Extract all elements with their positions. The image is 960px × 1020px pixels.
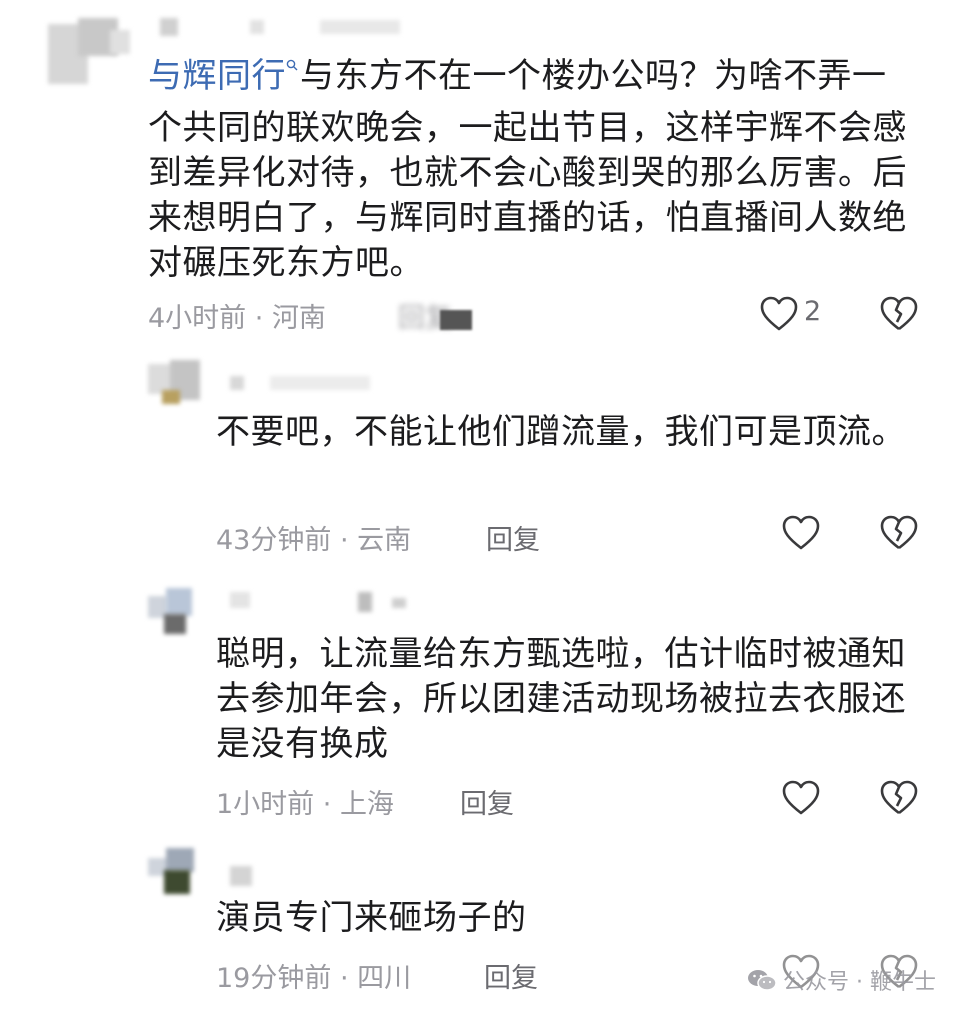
mention-link[interactable]: 与辉同行 [148, 56, 286, 96]
comment-time: 1小时前 [216, 789, 315, 820]
avatar[interactable] [48, 18, 130, 86]
comment-meta: 4小时前 · 河南 [148, 303, 326, 334]
search-icon [286, 45, 298, 90]
heart-outline-icon[interactable] [760, 296, 798, 332]
comment-text: 不要吧，不能让他们蹭流量，我们可是顶流。 [216, 412, 906, 452]
broken-heart-icon[interactable] [880, 295, 918, 333]
redaction-block [440, 310, 472, 330]
comment-location: 上海 [339, 789, 394, 820]
avatar[interactable] [148, 360, 200, 406]
wechat-icon [748, 970, 777, 991]
watermark-label: 公众号 · 鞭牛士 [783, 970, 936, 995]
comment-text: 与辉同行 与东方不在一个楼办公吗？为啥不弄一个共同的联欢晚会，一起出节目，这样宇辉… [148, 54, 918, 286]
comment-text: 演员专门来砸场子的 [216, 898, 527, 938]
comment-meta: 43分钟前 · 云南 [216, 525, 412, 556]
comment-text: 聪明，让流量给东方甄选啦，估计临时被通知去参加年会，所以团建活动现场被拉去衣服还… [216, 634, 906, 764]
comment-meta: 19分钟前 · 四川 [216, 963, 412, 994]
comment-time: 43分钟前 [216, 525, 332, 556]
comment-location: 云南 [357, 525, 412, 556]
reply-button[interactable]: 回复 [460, 782, 514, 821]
heart-outline-icon[interactable] [782, 780, 820, 816]
reply-button[interactable]: 回复 [486, 518, 540, 557]
avatar[interactable] [148, 848, 200, 894]
comment-time: 19分钟前 [216, 963, 332, 994]
broken-heart-icon[interactable] [880, 514, 918, 552]
comment-meta: 1小时前 · 上海 [216, 789, 394, 820]
broken-heart-icon[interactable] [880, 779, 918, 817]
comment-time: 4小时前 [148, 303, 247, 334]
username-redacted[interactable] [230, 866, 290, 886]
like-count: 2 [804, 296, 822, 327]
comment-location: 河南 [271, 303, 326, 334]
comment-location: 四川 [357, 963, 412, 994]
username-redacted[interactable] [230, 376, 380, 392]
username-redacted[interactable] [160, 18, 400, 36]
username-redacted[interactable] [230, 592, 430, 612]
avatar[interactable] [148, 588, 200, 634]
heart-outline-icon[interactable] [782, 515, 820, 551]
watermark: 公众号 · 鞭牛士 [747, 964, 936, 996]
reply-button[interactable]: 回复 [484, 956, 538, 995]
